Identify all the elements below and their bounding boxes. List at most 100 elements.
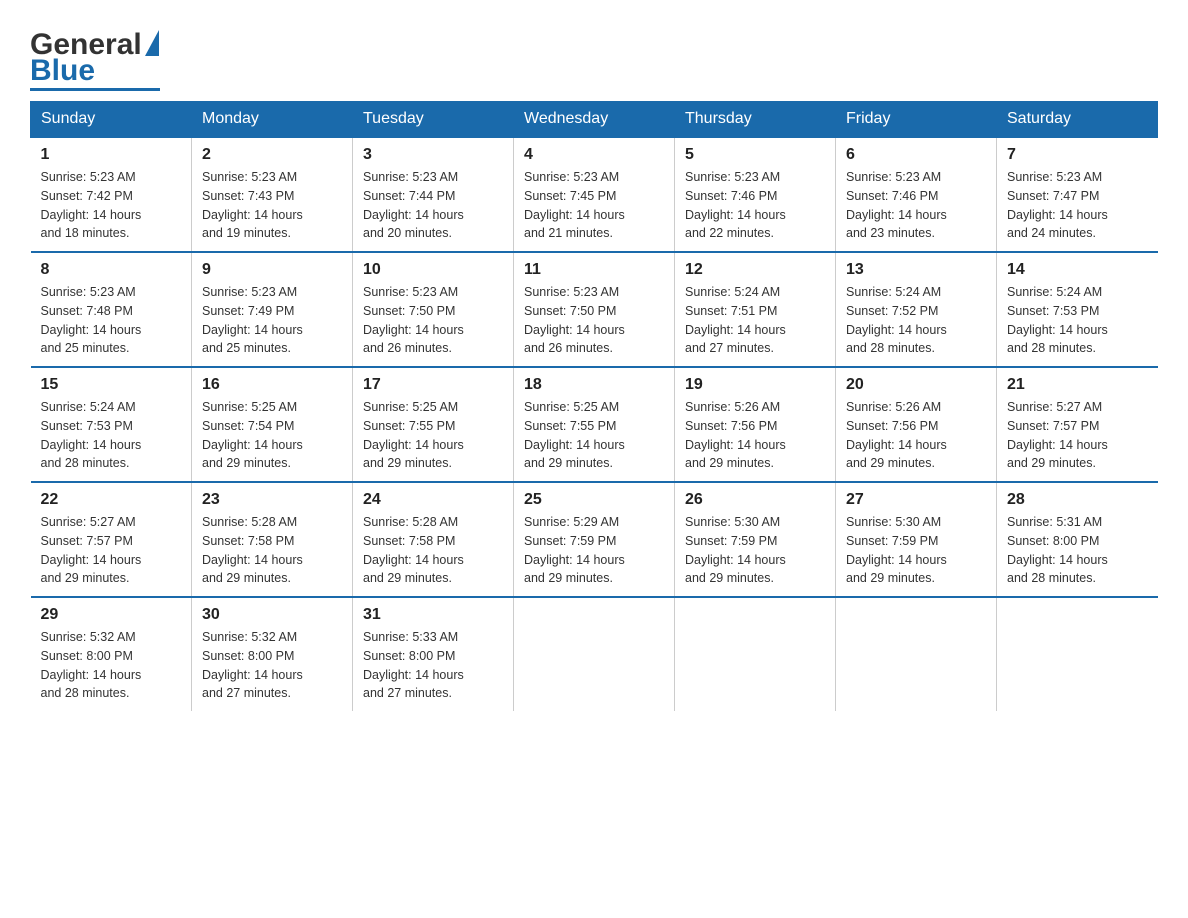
calendar-cell: 28 Sunrise: 5:31 AM Sunset: 8:00 PM Dayl…: [997, 482, 1158, 597]
day-info: Sunrise: 5:25 AM Sunset: 7:54 PM Dayligh…: [202, 398, 342, 473]
calendar-week-row: 15 Sunrise: 5:24 AM Sunset: 7:53 PM Dayl…: [31, 367, 1158, 482]
day-number: 14: [1007, 261, 1148, 279]
calendar-cell: 25 Sunrise: 5:29 AM Sunset: 7:59 PM Dayl…: [514, 482, 675, 597]
day-number: 4: [524, 146, 664, 164]
calendar-cell: 7 Sunrise: 5:23 AM Sunset: 7:47 PM Dayli…: [997, 137, 1158, 252]
calendar-cell: 4 Sunrise: 5:23 AM Sunset: 7:45 PM Dayli…: [514, 137, 675, 252]
day-number: 11: [524, 261, 664, 279]
calendar-cell: 5 Sunrise: 5:23 AM Sunset: 7:46 PM Dayli…: [675, 137, 836, 252]
day-info: Sunrise: 5:27 AM Sunset: 7:57 PM Dayligh…: [41, 513, 182, 588]
calendar-header-row: SundayMondayTuesdayWednesdayThursdayFrid…: [31, 102, 1158, 138]
calendar-cell: 12 Sunrise: 5:24 AM Sunset: 7:51 PM Dayl…: [675, 252, 836, 367]
calendar-cell: 2 Sunrise: 5:23 AM Sunset: 7:43 PM Dayli…: [192, 137, 353, 252]
day-number: 6: [846, 146, 986, 164]
weekday-header-monday: Monday: [192, 102, 353, 138]
page-header: General Blue: [30, 20, 1158, 91]
day-info: Sunrise: 5:23 AM Sunset: 7:48 PM Dayligh…: [41, 283, 182, 358]
calendar-table: SundayMondayTuesdayWednesdayThursdayFrid…: [30, 101, 1158, 711]
day-number: 5: [685, 146, 825, 164]
calendar-cell: 31 Sunrise: 5:33 AM Sunset: 8:00 PM Dayl…: [353, 597, 514, 711]
calendar-cell: 3 Sunrise: 5:23 AM Sunset: 7:44 PM Dayli…: [353, 137, 514, 252]
day-info: Sunrise: 5:23 AM Sunset: 7:50 PM Dayligh…: [363, 283, 503, 358]
day-info: Sunrise: 5:25 AM Sunset: 7:55 PM Dayligh…: [524, 398, 664, 473]
calendar-cell: 14 Sunrise: 5:24 AM Sunset: 7:53 PM Dayl…: [997, 252, 1158, 367]
weekday-header-saturday: Saturday: [997, 102, 1158, 138]
logo-underline: [30, 88, 160, 91]
day-number: 25: [524, 491, 664, 509]
day-info: Sunrise: 5:23 AM Sunset: 7:49 PM Dayligh…: [202, 283, 342, 358]
calendar-cell: 22 Sunrise: 5:27 AM Sunset: 7:57 PM Dayl…: [31, 482, 192, 597]
day-info: Sunrise: 5:27 AM Sunset: 7:57 PM Dayligh…: [1007, 398, 1148, 473]
day-number: 26: [685, 491, 825, 509]
day-info: Sunrise: 5:24 AM Sunset: 7:53 PM Dayligh…: [1007, 283, 1148, 358]
day-number: 30: [202, 606, 342, 624]
day-info: Sunrise: 5:23 AM Sunset: 7:42 PM Dayligh…: [41, 168, 182, 243]
day-info: Sunrise: 5:31 AM Sunset: 8:00 PM Dayligh…: [1007, 513, 1148, 588]
day-number: 2: [202, 146, 342, 164]
day-number: 22: [41, 491, 182, 509]
calendar-cell: 20 Sunrise: 5:26 AM Sunset: 7:56 PM Dayl…: [836, 367, 997, 482]
day-info: Sunrise: 5:32 AM Sunset: 8:00 PM Dayligh…: [202, 628, 342, 703]
calendar-cell: 29 Sunrise: 5:32 AM Sunset: 8:00 PM Dayl…: [31, 597, 192, 711]
calendar-cell: 24 Sunrise: 5:28 AM Sunset: 7:58 PM Dayl…: [353, 482, 514, 597]
day-number: 19: [685, 376, 825, 394]
calendar-cell: 19 Sunrise: 5:26 AM Sunset: 7:56 PM Dayl…: [675, 367, 836, 482]
day-number: 18: [524, 376, 664, 394]
day-number: 24: [363, 491, 503, 509]
day-info: Sunrise: 5:23 AM Sunset: 7:47 PM Dayligh…: [1007, 168, 1148, 243]
calendar-cell: 18 Sunrise: 5:25 AM Sunset: 7:55 PM Dayl…: [514, 367, 675, 482]
calendar-cell: 11 Sunrise: 5:23 AM Sunset: 7:50 PM Dayl…: [514, 252, 675, 367]
day-info: Sunrise: 5:26 AM Sunset: 7:56 PM Dayligh…: [685, 398, 825, 473]
calendar-cell: 13 Sunrise: 5:24 AM Sunset: 7:52 PM Dayl…: [836, 252, 997, 367]
day-number: 27: [846, 491, 986, 509]
calendar-week-row: 22 Sunrise: 5:27 AM Sunset: 7:57 PM Dayl…: [31, 482, 1158, 597]
day-number: 12: [685, 261, 825, 279]
calendar-cell: 26 Sunrise: 5:30 AM Sunset: 7:59 PM Dayl…: [675, 482, 836, 597]
day-info: Sunrise: 5:29 AM Sunset: 7:59 PM Dayligh…: [524, 513, 664, 588]
day-number: 16: [202, 376, 342, 394]
day-number: 8: [41, 261, 182, 279]
calendar-cell: [514, 597, 675, 711]
logo-blue-word: Blue: [30, 56, 95, 86]
calendar-cell: 17 Sunrise: 5:25 AM Sunset: 7:55 PM Dayl…: [353, 367, 514, 482]
calendar-week-row: 1 Sunrise: 5:23 AM Sunset: 7:42 PM Dayli…: [31, 137, 1158, 252]
day-number: 29: [41, 606, 182, 624]
calendar-week-row: 29 Sunrise: 5:32 AM Sunset: 8:00 PM Dayl…: [31, 597, 1158, 711]
day-info: Sunrise: 5:24 AM Sunset: 7:53 PM Dayligh…: [41, 398, 182, 473]
day-info: Sunrise: 5:23 AM Sunset: 7:46 PM Dayligh…: [846, 168, 986, 243]
day-info: Sunrise: 5:23 AM Sunset: 7:46 PM Dayligh…: [685, 168, 825, 243]
day-info: Sunrise: 5:23 AM Sunset: 7:44 PM Dayligh…: [363, 168, 503, 243]
day-number: 13: [846, 261, 986, 279]
day-info: Sunrise: 5:24 AM Sunset: 7:51 PM Dayligh…: [685, 283, 825, 358]
day-number: 17: [363, 376, 503, 394]
day-number: 31: [363, 606, 503, 624]
calendar-cell: 21 Sunrise: 5:27 AM Sunset: 7:57 PM Dayl…: [997, 367, 1158, 482]
weekday-header-friday: Friday: [836, 102, 997, 138]
day-number: 10: [363, 261, 503, 279]
day-number: 20: [846, 376, 986, 394]
weekday-header-tuesday: Tuesday: [353, 102, 514, 138]
day-info: Sunrise: 5:30 AM Sunset: 7:59 PM Dayligh…: [685, 513, 825, 588]
calendar-week-row: 8 Sunrise: 5:23 AM Sunset: 7:48 PM Dayli…: [31, 252, 1158, 367]
logo-wordmark: General Blue: [30, 30, 160, 91]
day-info: Sunrise: 5:33 AM Sunset: 8:00 PM Dayligh…: [363, 628, 503, 703]
calendar-cell: [675, 597, 836, 711]
calendar-cell: 1 Sunrise: 5:23 AM Sunset: 7:42 PM Dayli…: [31, 137, 192, 252]
day-number: 3: [363, 146, 503, 164]
day-number: 1: [41, 146, 182, 164]
day-number: 28: [1007, 491, 1148, 509]
calendar-cell: [836, 597, 997, 711]
day-info: Sunrise: 5:26 AM Sunset: 7:56 PM Dayligh…: [846, 398, 986, 473]
day-info: Sunrise: 5:30 AM Sunset: 7:59 PM Dayligh…: [846, 513, 986, 588]
day-info: Sunrise: 5:23 AM Sunset: 7:45 PM Dayligh…: [524, 168, 664, 243]
calendar-cell: 23 Sunrise: 5:28 AM Sunset: 7:58 PM Dayl…: [192, 482, 353, 597]
day-info: Sunrise: 5:25 AM Sunset: 7:55 PM Dayligh…: [363, 398, 503, 473]
logo-arrow-icon: [145, 30, 159, 56]
logo: General Blue: [30, 30, 160, 91]
day-number: 21: [1007, 376, 1148, 394]
calendar-cell: 10 Sunrise: 5:23 AM Sunset: 7:50 PM Dayl…: [353, 252, 514, 367]
weekday-header-sunday: Sunday: [31, 102, 192, 138]
day-number: 23: [202, 491, 342, 509]
day-number: 9: [202, 261, 342, 279]
day-info: Sunrise: 5:28 AM Sunset: 7:58 PM Dayligh…: [363, 513, 503, 588]
